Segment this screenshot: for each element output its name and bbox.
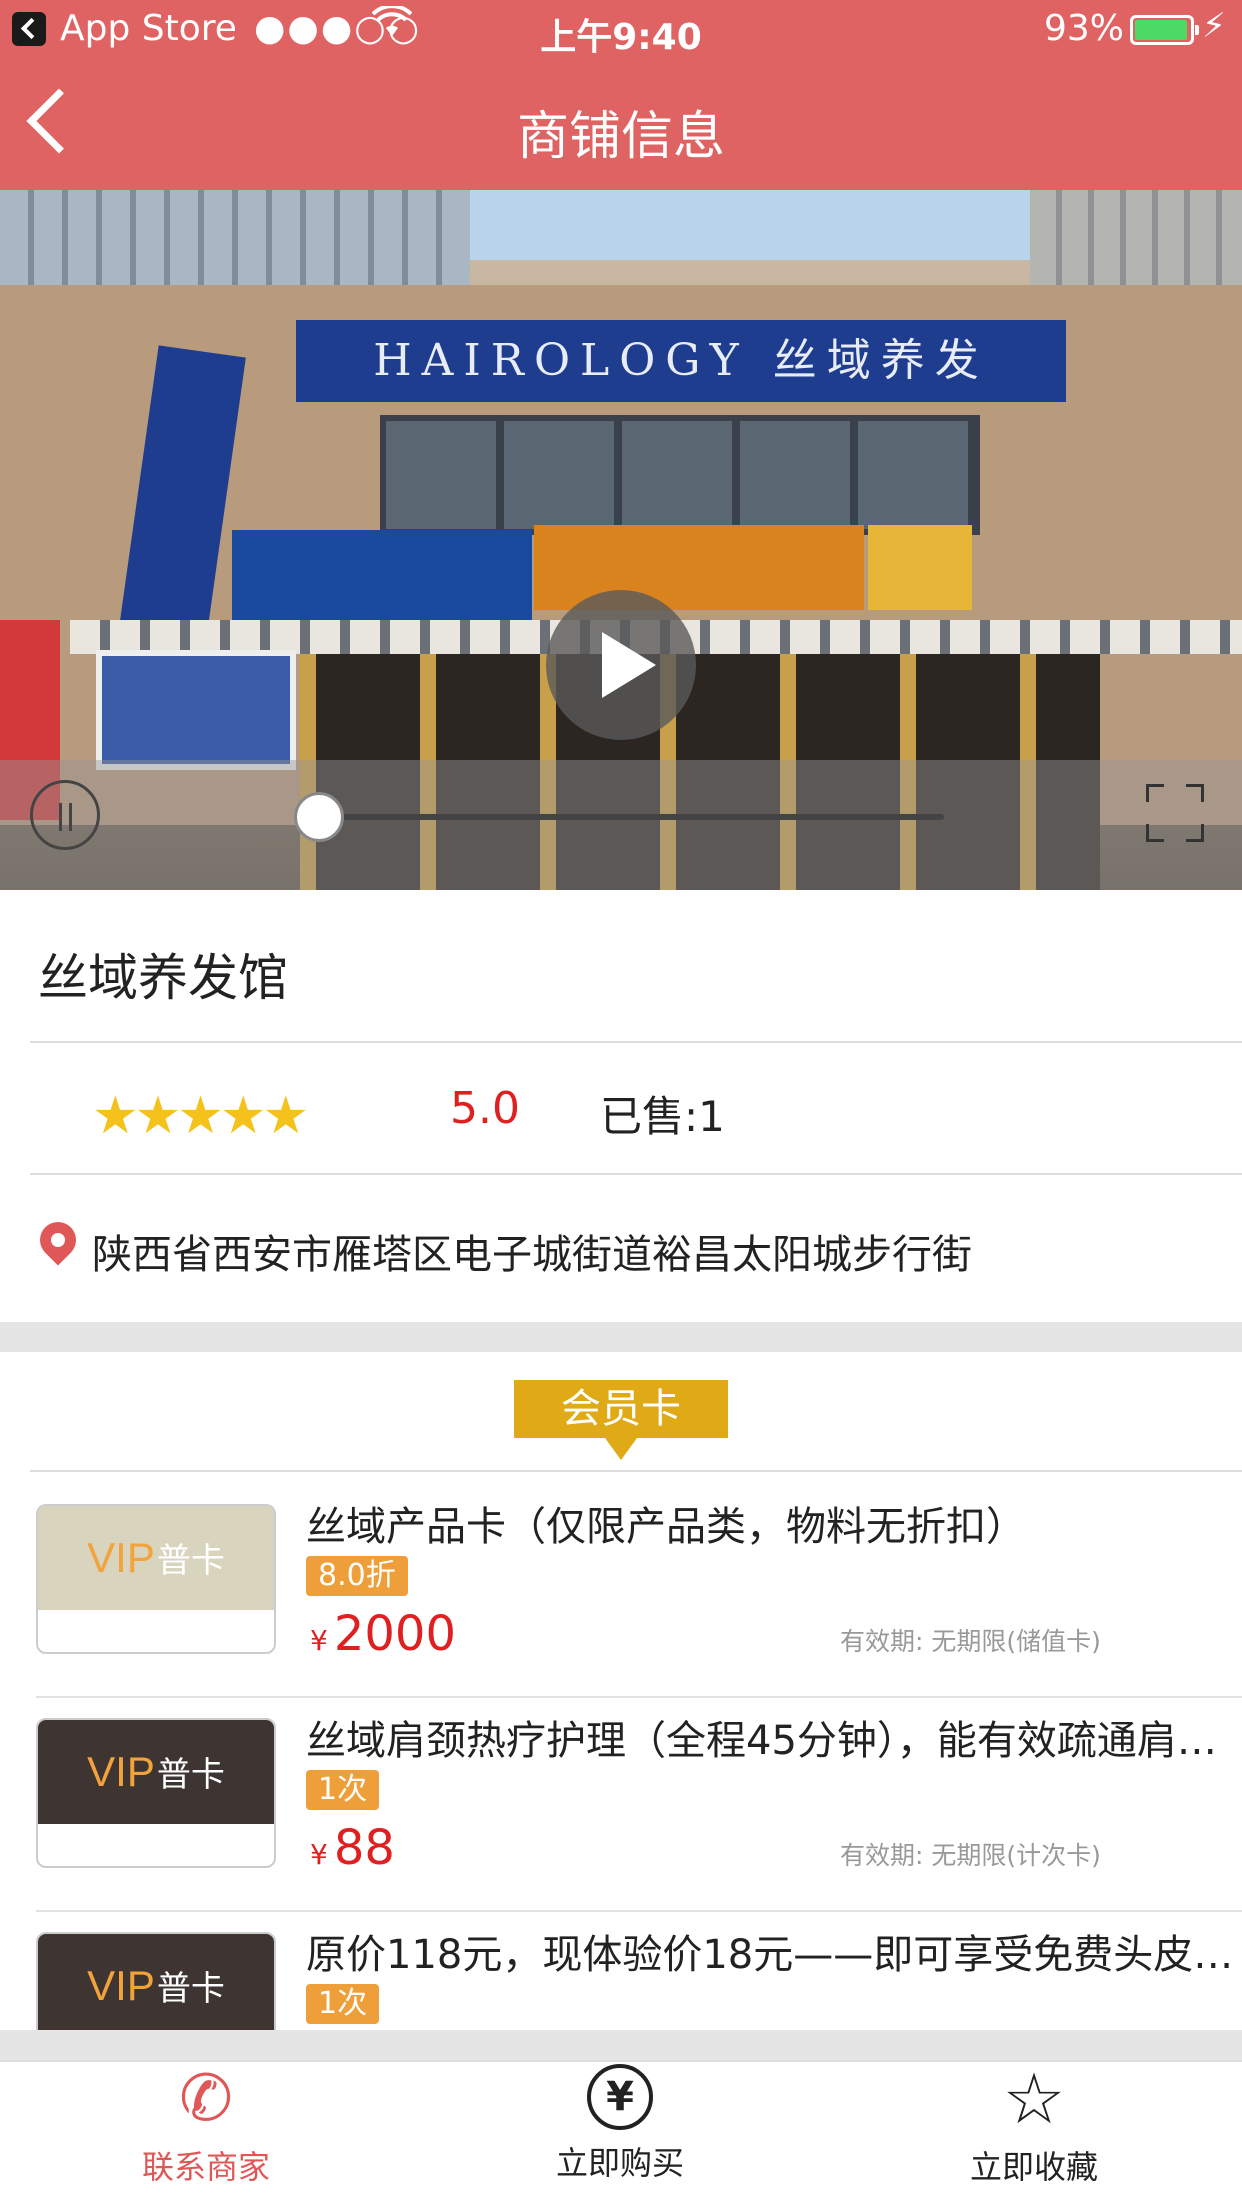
member-card-item[interactable]: VIP普卡 丝域肩颈热疗护理（全程45分钟），能有效疏通肩… 1次 ¥88 有效… bbox=[0, 1698, 1242, 1912]
vip-card-image: VIP普卡 bbox=[36, 1504, 276, 1654]
video-orange-sign bbox=[534, 525, 864, 610]
vip-type: 普卡 bbox=[156, 1969, 225, 2009]
vip-card-image: VIP普卡 bbox=[36, 1718, 276, 1868]
pause-icon[interactable] bbox=[30, 780, 100, 850]
favorite-label: 立即收藏 bbox=[969, 2148, 1098, 2186]
sold-count: 已售:1 bbox=[600, 1092, 725, 1141]
video-yellow-sign bbox=[868, 525, 972, 610]
rating-value: 5.0 bbox=[450, 1083, 520, 1134]
price-value: 2000 bbox=[333, 1606, 456, 1662]
video-restaurant-sign bbox=[232, 530, 532, 630]
yen-coin-icon: ¥ bbox=[587, 2064, 653, 2130]
star-icon: ★ bbox=[92, 1086, 139, 1146]
card-title: 丝域肩颈热疗护理（全程45分钟），能有效疏通肩… bbox=[306, 1718, 1217, 1764]
section-gap bbox=[0, 1322, 1242, 1352]
star-icon: ★ bbox=[134, 1086, 182, 1146]
video-poster bbox=[96, 650, 296, 770]
card-price: ¥88 bbox=[310, 1820, 395, 1876]
battery-icon bbox=[1130, 15, 1199, 45]
vip-text: VIP bbox=[87, 1748, 155, 1795]
member-card-section-title: 会员卡 bbox=[514, 1380, 728, 1460]
video-windows bbox=[380, 415, 980, 535]
progress-track[interactable] bbox=[318, 814, 944, 820]
divider bbox=[30, 1470, 1242, 1472]
currency-symbol: ¥ bbox=[310, 1624, 328, 1657]
vip-text: VIP bbox=[87, 1534, 155, 1581]
rating-stars: ★★★★★ bbox=[92, 1086, 309, 1146]
currency-symbol: ¥ bbox=[310, 1838, 328, 1871]
shop-name: 丝域养发馆 bbox=[38, 949, 288, 1007]
charging-bolt-icon: ⚡ bbox=[1202, 6, 1226, 46]
card-validity: 有效期: 无期限(储值卡) bbox=[840, 1627, 1101, 1656]
video-shop-sign: HAIROLOGY 丝域养发 bbox=[296, 320, 1066, 402]
buy-now-button[interactable]: ¥ 立即购买 bbox=[470, 2064, 770, 2184]
price-value: 88 bbox=[333, 1820, 395, 1876]
contact-merchant-label: 联系商家 bbox=[141, 2148, 270, 2186]
status-bar: App Store ●●●○○ 上午9:40 93% ⚡ bbox=[0, 0, 1242, 60]
star-icon: ★ bbox=[219, 1086, 267, 1146]
video-controls bbox=[0, 760, 1242, 890]
battery-percent: 93% bbox=[1044, 8, 1125, 49]
card-badge: 8.0折 bbox=[306, 1556, 408, 1596]
card-badge: 1次 bbox=[306, 1770, 380, 1810]
fullscreen-icon[interactable] bbox=[1146, 784, 1204, 842]
divider bbox=[30, 1173, 1242, 1175]
play-icon[interactable] bbox=[546, 590, 696, 740]
member-card-item[interactable]: VIP普卡 丝域产品卡（仅限产品类，物料无折扣） 8.0折 ¥2000 有效期:… bbox=[0, 1484, 1242, 1698]
card-validity: 有效期: 无期限(计次卡) bbox=[840, 1841, 1101, 1870]
star-icon: ★ bbox=[177, 1086, 224, 1146]
phone-icon: ✆ bbox=[179, 2062, 233, 2136]
shop-address[interactable]: 陕西省西安市雁塔区电子城街道裕昌太阳城步行街 bbox=[92, 1222, 972, 1280]
buy-now-label: 立即购买 bbox=[555, 2144, 684, 2182]
favorite-button[interactable]: ☆ 立即收藏 bbox=[884, 2064, 1184, 2188]
vip-type: 普卡 bbox=[156, 1541, 225, 1581]
page-title: 商铺信息 bbox=[516, 107, 725, 167]
vip-text: VIP bbox=[87, 1962, 155, 2009]
card-title: 原价118元，现体验价18元——即可享受免费头皮… bbox=[306, 1932, 1234, 1978]
location-pin-icon bbox=[32, 1214, 84, 1266]
star-icon: ★ bbox=[262, 1086, 310, 1146]
shop-video-player[interactable]: HAIROLOGY 丝域养发 bbox=[0, 190, 1242, 890]
star-outline-icon: ☆ bbox=[1002, 2058, 1066, 2140]
card-badge: 1次 bbox=[306, 1984, 380, 2024]
vip-type: 普卡 bbox=[156, 1755, 225, 1795]
card-title: 丝域产品卡（仅限产品类，物料无折扣） bbox=[306, 1504, 1026, 1550]
divider bbox=[30, 1041, 1242, 1043]
contact-merchant-button[interactable]: ✆ 联系商家 bbox=[56, 2064, 356, 2188]
card-price: ¥2000 bbox=[310, 1606, 456, 1662]
progress-knob[interactable] bbox=[294, 792, 344, 842]
